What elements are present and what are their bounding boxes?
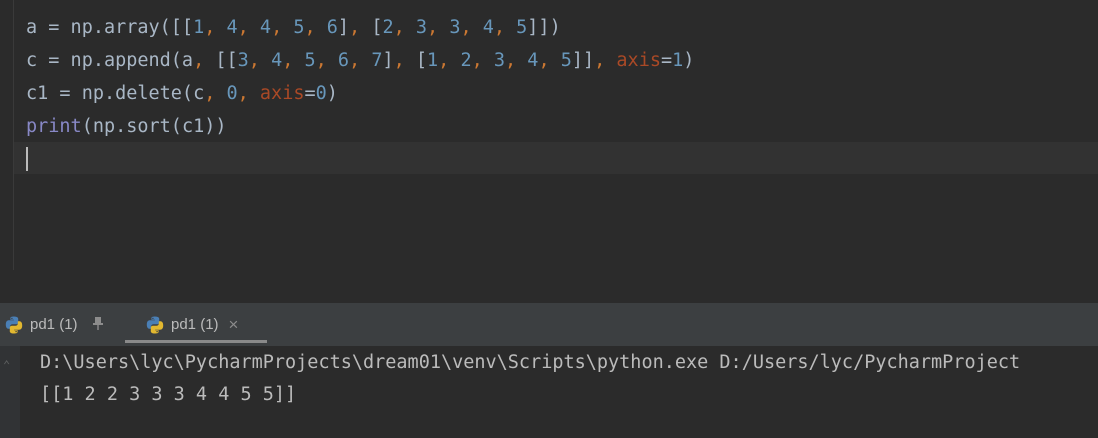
code-token: 7 <box>371 50 383 71</box>
code-token: 3 <box>237 50 249 71</box>
code-token: 3 <box>449 17 461 38</box>
code-token: , <box>505 50 528 71</box>
code-token: 0 <box>226 83 238 104</box>
code-token: , <box>471 50 494 71</box>
code-token: 4 <box>271 50 283 71</box>
code-line-3[interactable]: c1 = np.delete(c, 0, axis=0) <box>26 80 338 108</box>
code-token: c = np.append(a <box>26 50 194 71</box>
pin-icon[interactable] <box>92 316 104 333</box>
code-token: , <box>349 50 372 71</box>
code-token: print <box>26 116 82 137</box>
scroll-up-icon[interactable]: ⌃ <box>3 358 10 372</box>
code-token: , <box>438 50 461 71</box>
code-token: , <box>237 17 260 38</box>
code-token: ) <box>683 50 695 71</box>
code-line-1[interactable]: a = np.array([[1, 4, 4, 5, 6], [2, 3, 3,… <box>26 14 561 42</box>
python-icon <box>146 316 164 333</box>
code-token: 1 <box>672 50 684 71</box>
code-token: , <box>271 17 294 38</box>
code-token: , <box>349 17 372 38</box>
code-token: , <box>204 83 227 104</box>
close-icon[interactable]: × <box>229 315 239 335</box>
code-token: , <box>204 17 227 38</box>
run-console[interactable]: ⌃ D:\Users\lyc\PycharmProjects\dream01\v… <box>0 346 1098 438</box>
code-token: axis <box>259 83 305 104</box>
code-token: = <box>304 83 316 104</box>
code-token: , <box>237 83 260 104</box>
code-token: 5 <box>293 17 305 38</box>
code-token: ) <box>326 83 338 104</box>
gutter-divider <box>13 0 14 270</box>
code-line-2[interactable]: c = np.append(a, [[3, 4, 5, 6, 7], [1, 2… <box>26 47 694 75</box>
code-token: , <box>594 50 617 71</box>
tab-label: pd1 (1) <box>171 316 219 333</box>
active-tab-indicator <box>125 340 267 343</box>
code-token: ] <box>382 50 394 71</box>
code-token: , <box>193 50 216 71</box>
code-token: 6 <box>326 17 338 38</box>
code-token: ]] <box>571 50 595 71</box>
code-token: 5 <box>560 50 572 71</box>
code-token: 4 <box>259 17 272 38</box>
code-token: c1 = np.delete(c <box>26 83 205 104</box>
code-token: 4 <box>226 17 238 38</box>
console-command-line: D:\Users\lyc\PycharmProjects\dream01\ven… <box>40 352 1021 373</box>
code-token: ] <box>337 17 350 38</box>
code-token: , <box>393 50 416 71</box>
code-token: ]]) <box>527 17 561 38</box>
code-token: 5 <box>516 17 528 38</box>
code-token: 1 <box>193 17 205 38</box>
code-token: = <box>660 50 673 71</box>
tab-label: pd1 (1) <box>30 316 78 333</box>
code-token: 5 <box>304 50 316 71</box>
ide-window: a = np.array([[1, 4, 4, 5, 6], [2, 3, 3,… <box>0 0 1098 438</box>
code-token: , <box>393 17 416 38</box>
code-token: 0 <box>315 83 327 104</box>
code-token: , <box>460 17 483 38</box>
code-editor[interactable]: a = np.array([[1, 4, 4, 5, 6], [2, 3, 3,… <box>0 0 1098 270</box>
code-token: , <box>282 50 305 71</box>
code-token: 1 <box>427 50 439 71</box>
code-token: 2 <box>382 17 394 38</box>
code-token: , <box>248 50 272 71</box>
code-token: axis <box>616 50 661 71</box>
code-token: 2 <box>460 50 472 71</box>
code-token: , <box>427 17 450 38</box>
code-token: , <box>304 17 327 38</box>
console-output-line: [[1 2 2 3 3 3 4 4 5 5]] <box>40 384 297 405</box>
code-token: [ <box>371 17 383 38</box>
code-token: , <box>493 17 517 38</box>
code-token: , <box>315 50 338 71</box>
tab-pd1-pinned[interactable]: pd1 (1) <box>4 303 104 346</box>
code-token: [ <box>415 50 428 71</box>
code-token: 4 <box>482 17 494 38</box>
code-token: a = np.array([[ <box>26 17 194 38</box>
code-line-4[interactable]: print(np.sort(c1)) <box>26 113 227 141</box>
current-line-highlight <box>14 142 1098 174</box>
console-toolbar: ⌃ <box>0 346 20 438</box>
code-token: 6 <box>337 50 350 71</box>
code-token: [[ <box>215 50 238 71</box>
code-token: (np.sort(c1)) <box>81 116 227 137</box>
code-token: , <box>538 50 561 71</box>
panel-splitter[interactable] <box>0 270 1098 304</box>
python-icon <box>5 316 23 333</box>
code-token: 3 <box>493 50 506 71</box>
code-token: 4 <box>527 50 539 71</box>
code-token: 3 <box>415 17 428 38</box>
text-caret <box>26 147 28 171</box>
